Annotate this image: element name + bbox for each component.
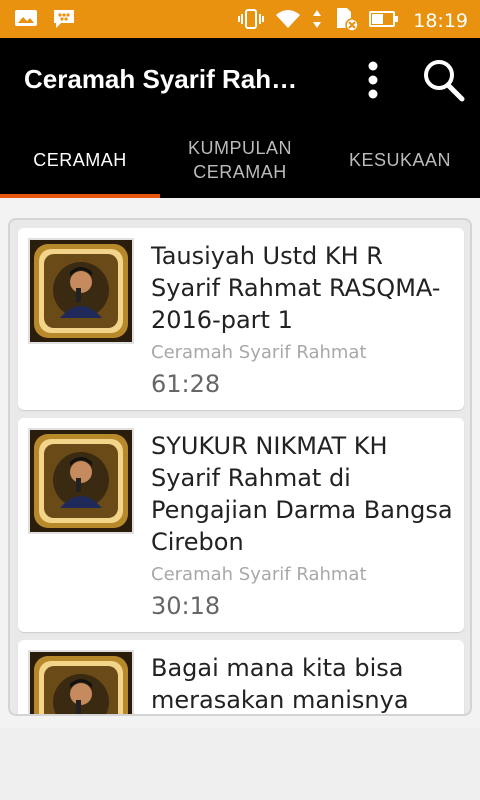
wifi-icon xyxy=(275,8,301,34)
sim-no-card-icon xyxy=(333,6,359,36)
status-time: 18:19 xyxy=(413,10,468,32)
video-thumbnail xyxy=(28,650,134,714)
app-toolbar: Ceramah Syarif Rah… xyxy=(0,38,480,122)
video-title: SYUKUR NIKMAT KH Syarif Rahmat di Pengaj… xyxy=(151,432,453,556)
bbm-icon xyxy=(52,8,76,34)
video-card[interactable]: SYUKUR NIKMAT KH Syarif Rahmat di Pengaj… xyxy=(18,418,464,632)
content-area: Tausiyah Ustd KH R Syarif Rahmat RASQMA-… xyxy=(0,198,480,728)
search-icon[interactable] xyxy=(420,58,468,102)
video-duration: 30:18 xyxy=(151,592,221,620)
status-bar: 18:19 xyxy=(0,0,480,38)
video-title: Tausiyah Ustd KH R Syarif Rahmat RASQMA-… xyxy=(151,242,441,334)
video-channel: Ceramah Syarif Rahmat xyxy=(151,564,367,585)
tab-kumpulan-ceramah[interactable]: KUMPULAN CERAMAH xyxy=(160,122,320,198)
video-channel: Ceramah Syarif Rahmat xyxy=(151,342,367,363)
image-icon xyxy=(14,8,38,34)
video-title: Bagai mana kita bisa merasakan manisnya xyxy=(151,654,409,714)
vibrate-icon xyxy=(237,8,265,34)
video-thumbnail xyxy=(28,428,134,534)
tab-kesukaan[interactable]: KESUKAAN xyxy=(320,122,480,198)
tab-ceramah[interactable]: CERAMAH xyxy=(0,122,160,198)
video-thumbnail xyxy=(28,238,134,344)
video-card[interactable]: Bagai mana kita bisa merasakan manisnya xyxy=(18,640,464,714)
video-list[interactable]: Tausiyah Ustd KH R Syarif Rahmat RASQMA-… xyxy=(8,218,472,716)
bottom-area xyxy=(0,728,480,800)
video-card[interactable]: Tausiyah Ustd KH R Syarif Rahmat RASQMA-… xyxy=(18,228,464,410)
data-arrows-icon xyxy=(311,8,323,34)
video-duration: 61:28 xyxy=(151,370,221,398)
more-vert-icon[interactable] xyxy=(360,58,386,102)
tab-bar: CERAMAH KUMPULAN CERAMAH KESUKAAN xyxy=(0,122,480,198)
toolbar-title: Ceramah Syarif Rah… xyxy=(24,64,298,94)
battery-icon xyxy=(369,9,399,33)
